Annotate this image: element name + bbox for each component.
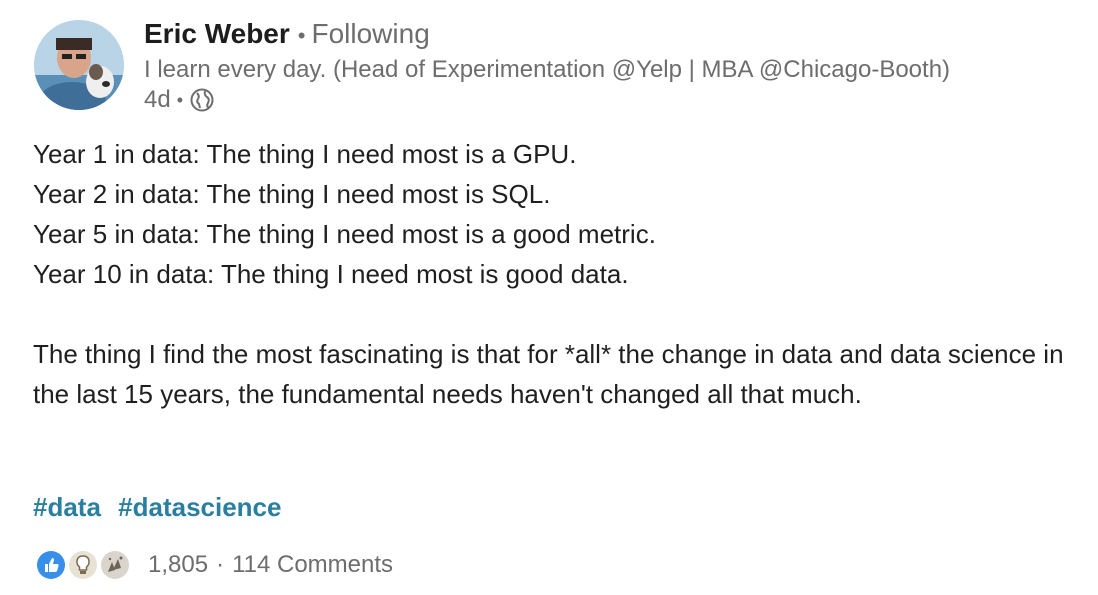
post-meta: 4d • [144,86,215,114]
social-counts: 1,805 · 114 Comments [34,548,393,582]
comments-count[interactable]: 114 Comments [232,551,393,579]
reaction-count[interactable]: 1,805 [148,551,208,579]
author-avatar[interactable] [34,20,124,110]
post-body: Year 1 in data: The thing I need most is… [33,134,1073,414]
globe-icon [189,87,215,113]
author-headline: I learn every day. (Head of Experimentat… [144,56,951,83]
insightful-icon [66,548,100,582]
author-name[interactable]: Eric Weber [144,18,290,50]
feed-post: Eric Weber • Following I learn every day… [0,0,1098,595]
author-row: Eric Weber • Following [144,18,430,50]
like-icon [34,548,68,582]
post-line: Year 1 in data: The thing I need most is… [33,139,577,169]
reaction-icons[interactable] [34,548,132,582]
hashtag-link[interactable]: #datascience [118,492,281,522]
post-line: Year 5 in data: The thing I need most is… [33,219,656,249]
post-time[interactable]: 4d [144,86,171,114]
celebrate-icon [98,548,132,582]
hashtag-link[interactable]: #data [33,492,101,522]
separator-dot: · [216,551,225,578]
hashtags: #data #datascience [33,492,291,523]
follow-status[interactable]: Following [311,18,429,50]
separator-dot: • [176,89,184,110]
separator-dot: • [297,23,306,48]
post-paragraph: The thing I find the most fascinating is… [33,339,1064,409]
post-line: Year 10 in data: The thing I need most i… [33,259,629,289]
post-line: Year 2 in data: The thing I need most is… [33,179,551,209]
